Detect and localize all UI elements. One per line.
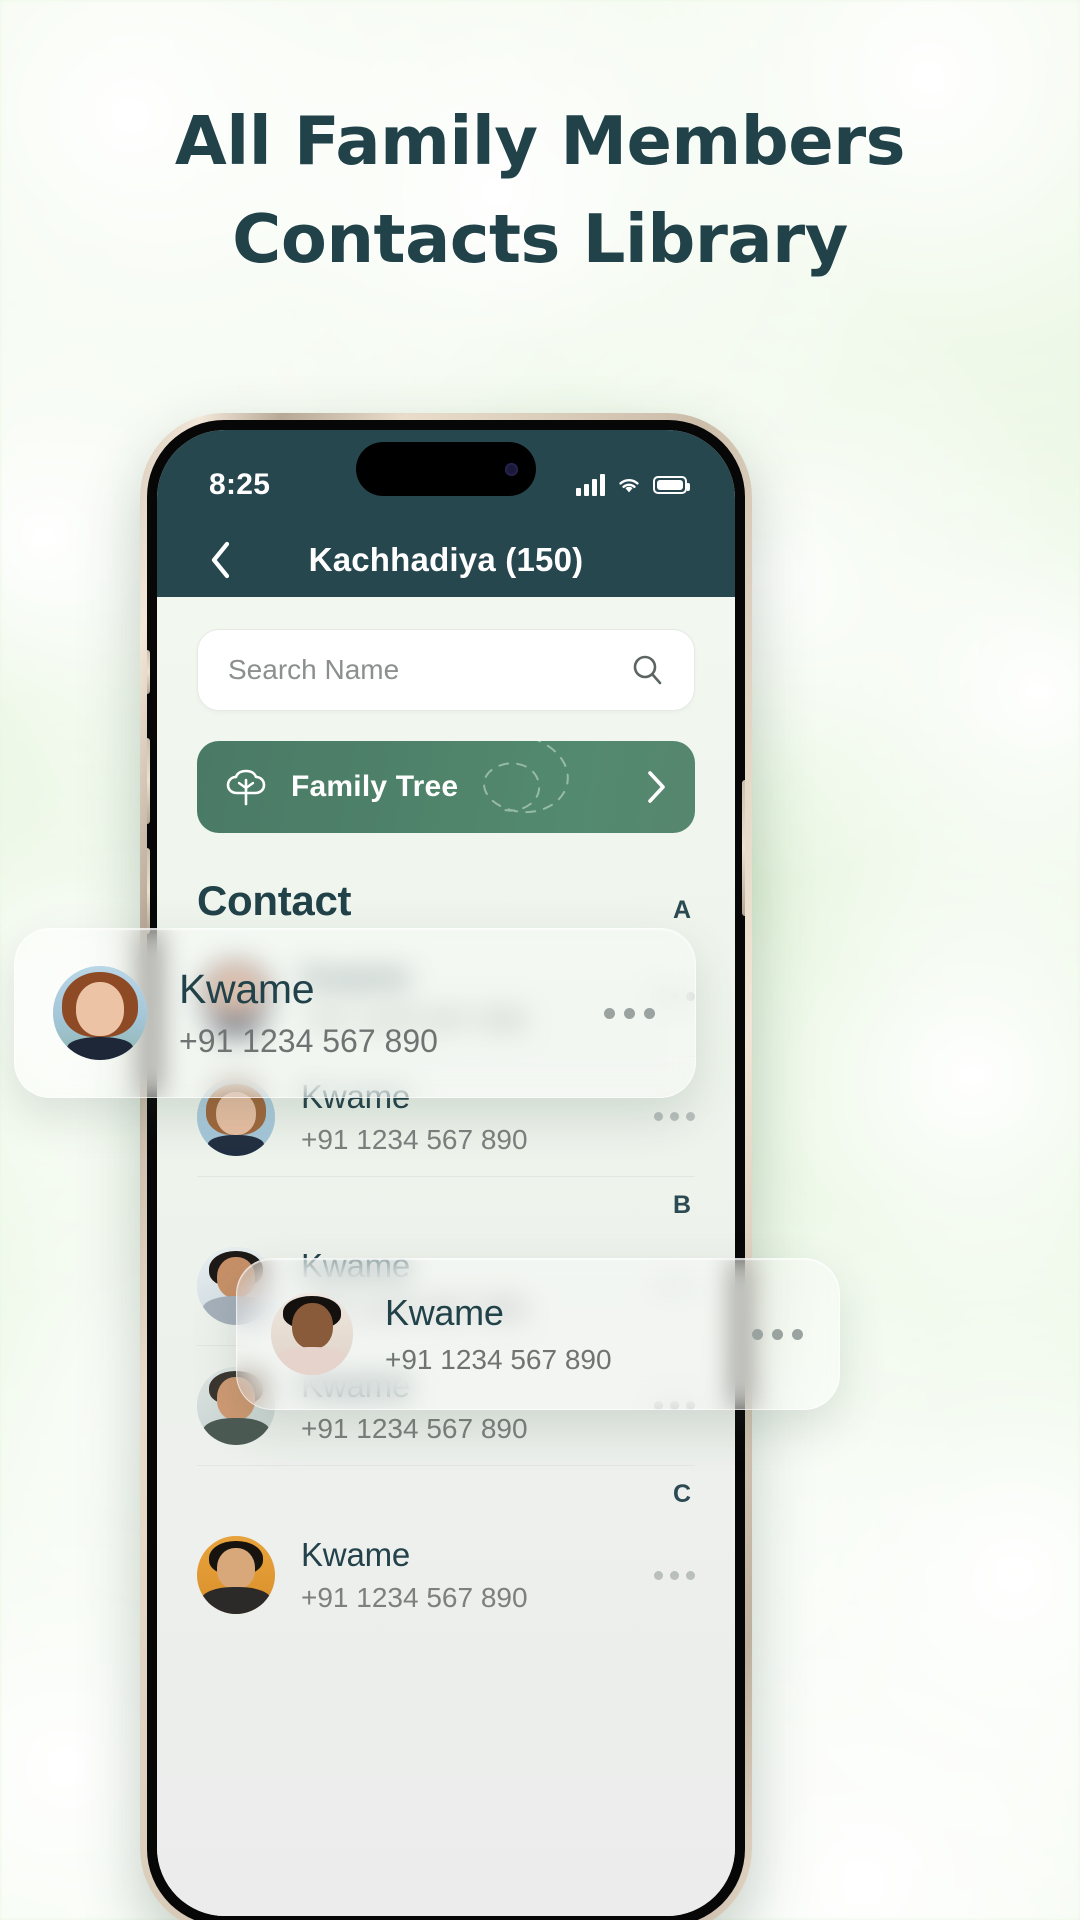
status-time: 8:25	[209, 468, 271, 501]
table-row[interactable]: Kwame +91 1234 567 890	[197, 1515, 695, 1635]
floating-contact-card[interactable]: Kwame +91 1234 567 890	[14, 928, 696, 1098]
family-tree-banner[interactable]: Family Tree	[197, 741, 695, 833]
chevron-left-icon	[211, 541, 230, 578]
headline-line-1: All Family Members	[174, 102, 906, 180]
index-letter-c[interactable]: C	[197, 1466, 695, 1515]
app-content: Search Name Family Tree Contact A Kwame …	[157, 597, 735, 1916]
dynamic-island	[356, 442, 536, 496]
more-options-icon[interactable]	[604, 1007, 655, 1019]
contact-phone: +91 1234 567 890	[301, 1582, 528, 1613]
contact-phone: +91 1234 567 890	[385, 1344, 612, 1375]
phone-mockup: 8:25 Kachhadiya (150) Search Name Family…	[140, 413, 752, 1920]
avatar	[271, 1293, 353, 1375]
page-header-title: Kachhadiya (150)	[308, 540, 584, 578]
tree-decoration	[483, 741, 569, 814]
phone-screen: 8:25 Kachhadiya (150) Search Name Family…	[157, 430, 735, 1916]
search-input[interactable]: Search Name	[197, 629, 695, 711]
index-letter-a[interactable]: A	[673, 896, 695, 925]
chevron-right-icon	[648, 771, 665, 803]
more-options-icon[interactable]	[654, 1112, 695, 1121]
family-tree-label: Family Tree	[291, 770, 459, 803]
search-icon[interactable]	[630, 653, 664, 687]
more-options-icon[interactable]	[654, 1570, 695, 1580]
power-button[interactable]	[742, 780, 745, 916]
status-bar: 8:25	[157, 430, 735, 522]
contact-phone: +91 1234 567 890	[301, 1412, 528, 1444]
floating-contact-card[interactable]: Kwame +91 1234 567 890	[236, 1258, 840, 1410]
mute-switch[interactable]	[147, 650, 150, 694]
contact-name: Kwame	[301, 1536, 411, 1573]
more-options-icon[interactable]	[752, 1328, 803, 1340]
avatar	[197, 1536, 275, 1614]
avatar	[53, 966, 147, 1060]
contact-name: Kwame	[385, 1292, 504, 1333]
wifi-icon	[619, 479, 639, 493]
contact-phone: +91 1234 567 890	[301, 1123, 528, 1155]
volume-up-button[interactable]	[147, 738, 150, 824]
page-title: All Family Members Contacts Library	[0, 92, 1080, 288]
search-placeholder: Search Name	[228, 654, 400, 685]
contact-section-header: Contact A	[197, 877, 695, 925]
headline-line-2: Contacts Library	[232, 200, 848, 278]
navigation-bar: Kachhadiya (150)	[157, 522, 735, 597]
contact-phone: +91 1234 567 890	[179, 1023, 438, 1059]
contact-title: Contact	[197, 877, 352, 924]
contact-name: Kwame	[179, 966, 315, 1012]
volume-down-button[interactable]	[147, 848, 150, 934]
tree-icon	[226, 769, 266, 806]
cellular-bars-icon	[576, 474, 605, 496]
back-button[interactable]	[197, 537, 243, 583]
index-letter-b[interactable]: B	[197, 1177, 695, 1226]
front-camera-icon	[505, 462, 518, 476]
battery-full-icon	[653, 476, 690, 494]
